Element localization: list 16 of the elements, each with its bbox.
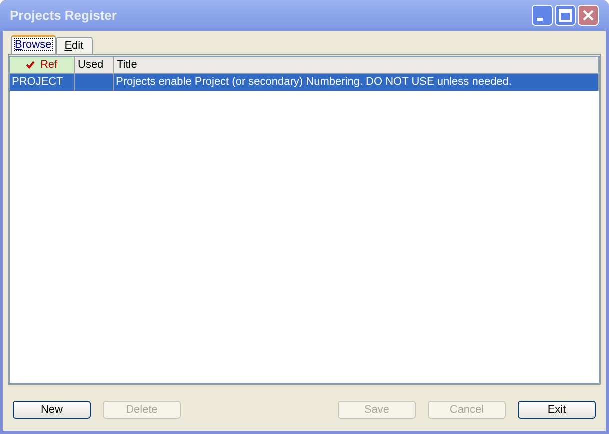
table-cell: Projects enable Project (or secondary) Numbering. DO NOT USE unless needed. [114, 74, 599, 91]
table-row[interactable]: PROJECT Projects enable Project (or secondary) Numbering. DO NOT USE unless needed. [10, 74, 599, 91]
maximize-icon[interactable] [555, 5, 576, 26]
column-header[interactable]: Used [75, 57, 114, 74]
close-icon[interactable] [578, 5, 599, 26]
minimize-icon[interactable] [532, 5, 553, 26]
checkmark-icon [26, 61, 36, 69]
tab[interactable]: Edit [56, 37, 93, 54]
tab[interactable]: Browse [11, 35, 56, 54]
column-header[interactable]: Ref [10, 57, 75, 74]
action-button[interactable]: New [13, 401, 91, 419]
column-label: Ref [40, 58, 58, 73]
column-header[interactable]: Title [114, 57, 599, 74]
table-cell: PROJECT [10, 74, 75, 91]
window-title: Projects Register [10, 6, 118, 25]
action-button[interactable]: Exit [518, 401, 596, 419]
